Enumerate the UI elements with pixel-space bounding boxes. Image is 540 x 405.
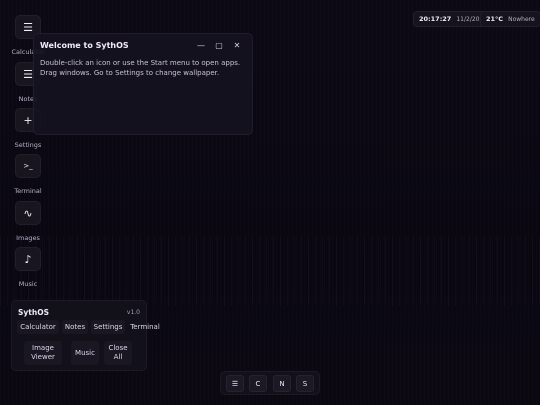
wallpaper-pattern [0, 236, 540, 306]
weather-temp: 21°C [486, 15, 504, 23]
desktop-icon-images[interactable]: ∿ Images [10, 201, 46, 242]
start-menu-version: v1.0 [126, 309, 140, 316]
desktop: ☰ Calculator ☰ Notes + Settings >_ Termi… [0, 0, 540, 405]
start-app-settings[interactable]: Settings [91, 320, 125, 334]
start-menu-title: SythOS [18, 308, 49, 317]
window-titlebar[interactable]: Welcome to SythOS — ▢ ✕ [34, 34, 252, 56]
desktop-icon-label: Settings [14, 141, 42, 149]
desktop-icon-label: Images [16, 234, 40, 242]
music-icon: ♪ [15, 247, 41, 271]
taskbar-calculator-button[interactable]: C [249, 375, 267, 392]
start-menu: SythOS v1.0 Calculator Notes Settings Te… [11, 300, 160, 371]
taskbar-notes-button[interactable]: N [273, 375, 291, 392]
desktop-icon-terminal[interactable]: >_ Terminal [10, 154, 46, 195]
terminal-icon: >_ [15, 154, 41, 178]
close-icon[interactable]: ✕ [228, 36, 246, 54]
start-app-calculator[interactable]: Calculator [17, 320, 59, 334]
window-title: Welcome to SythOS [40, 40, 129, 50]
minimize-icon[interactable]: — [192, 36, 210, 54]
weather-widget: 21°C Nowhere [480, 11, 540, 27]
desktop-icon-label: Music [18, 280, 38, 288]
welcome-window[interactable]: Welcome to SythOS — ▢ ✕ Double-click an … [33, 33, 253, 135]
start-app-close-all[interactable]: Close All [104, 341, 132, 365]
start-app-notes[interactable]: Notes [62, 320, 88, 334]
window-body-text: Double-click an icon or use the Start me… [40, 59, 241, 77]
weather-location: Nowhere [508, 15, 535, 23]
start-menu-header: SythOS v1.0 [12, 301, 146, 319]
start-app-image-viewer[interactable]: Image Viewer [24, 341, 62, 365]
taskbar-settings-button[interactable]: S [296, 375, 314, 392]
clock-time: 20:17:27 [419, 15, 452, 23]
desktop-icon-music[interactable]: ♪ Music [10, 247, 46, 288]
start-app-music[interactable]: Music [71, 341, 99, 365]
taskbar-start-button[interactable]: ☰ [226, 375, 244, 392]
taskbar: ☰ C N S [220, 371, 320, 395]
images-icon: ∿ [15, 201, 41, 225]
desktop-icon-label: Terminal [14, 187, 42, 195]
maximize-icon[interactable]: ▢ [210, 36, 228, 54]
start-app-terminal[interactable]: Terminal [128, 320, 162, 334]
